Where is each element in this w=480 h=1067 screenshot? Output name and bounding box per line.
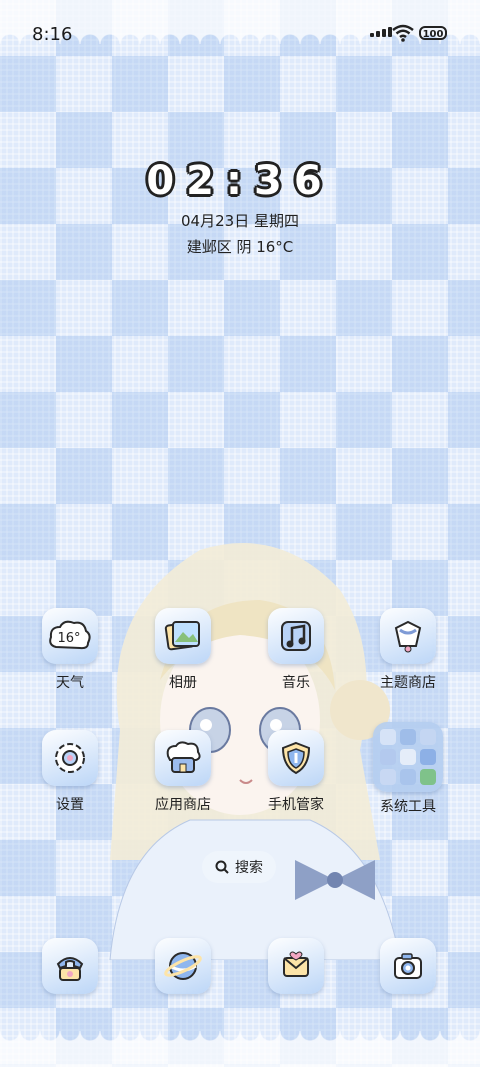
signal-icon xyxy=(370,27,392,37)
folder-icon xyxy=(373,722,443,792)
status-bar: 8:16 100 xyxy=(0,0,480,68)
dock-messages[interactable] xyxy=(246,938,346,994)
app-label: 天气 xyxy=(56,675,84,691)
gear-icon xyxy=(42,730,98,786)
app-album[interactable]: 相册 xyxy=(133,608,233,692)
camera-icon xyxy=(380,938,436,994)
search-icon xyxy=(215,860,229,874)
app-label: 主题商店 xyxy=(380,675,436,691)
app-music[interactable]: 音乐 xyxy=(246,608,346,692)
app-theme-store[interactable]: 主题商店 xyxy=(358,608,458,692)
photo-album-icon xyxy=(155,608,211,664)
dock-phone[interactable] xyxy=(20,938,120,994)
date-text: 04月23日 星期四 xyxy=(181,212,299,230)
clock-widget[interactable]: 02:36 xyxy=(0,158,480,204)
search-button[interactable]: 搜索 xyxy=(202,851,276,883)
weather-text: 建邺区 阴 16°C xyxy=(186,238,294,256)
music-note-icon xyxy=(268,608,324,664)
search-label: 搜索 xyxy=(235,860,263,876)
wifi-icon xyxy=(392,24,414,42)
browser-icon xyxy=(155,938,211,994)
app-label: 系统工具 xyxy=(380,799,436,815)
message-icon xyxy=(268,938,324,994)
dock-camera[interactable] xyxy=(358,938,458,994)
status-time: 8:16 xyxy=(32,24,73,45)
app-label: 手机管家 xyxy=(268,797,324,813)
app-label: 设置 xyxy=(56,797,84,813)
app-weather[interactable]: 16° 天气 xyxy=(20,608,120,692)
cloud-weather-icon: 16° xyxy=(42,608,98,664)
shield-icon xyxy=(268,730,324,786)
app-label: 相册 xyxy=(169,675,197,691)
phone-icon xyxy=(42,938,98,994)
lace-border-bottom xyxy=(0,1031,480,1067)
app-phone-manager[interactable]: 手机管家 xyxy=(246,730,346,814)
theme-store-icon xyxy=(380,608,436,664)
app-app-store[interactable]: 应用商店 xyxy=(133,730,233,814)
app-system-tools-folder[interactable]: 系统工具 xyxy=(358,722,458,816)
svg-text:16°: 16° xyxy=(57,631,80,646)
battery-icon: 100 xyxy=(419,26,447,40)
app-label: 应用商店 xyxy=(155,797,211,813)
dock-browser[interactable] xyxy=(133,938,233,994)
app-store-icon xyxy=(155,730,211,786)
app-settings[interactable]: 设置 xyxy=(20,730,120,814)
app-label: 音乐 xyxy=(282,675,310,691)
